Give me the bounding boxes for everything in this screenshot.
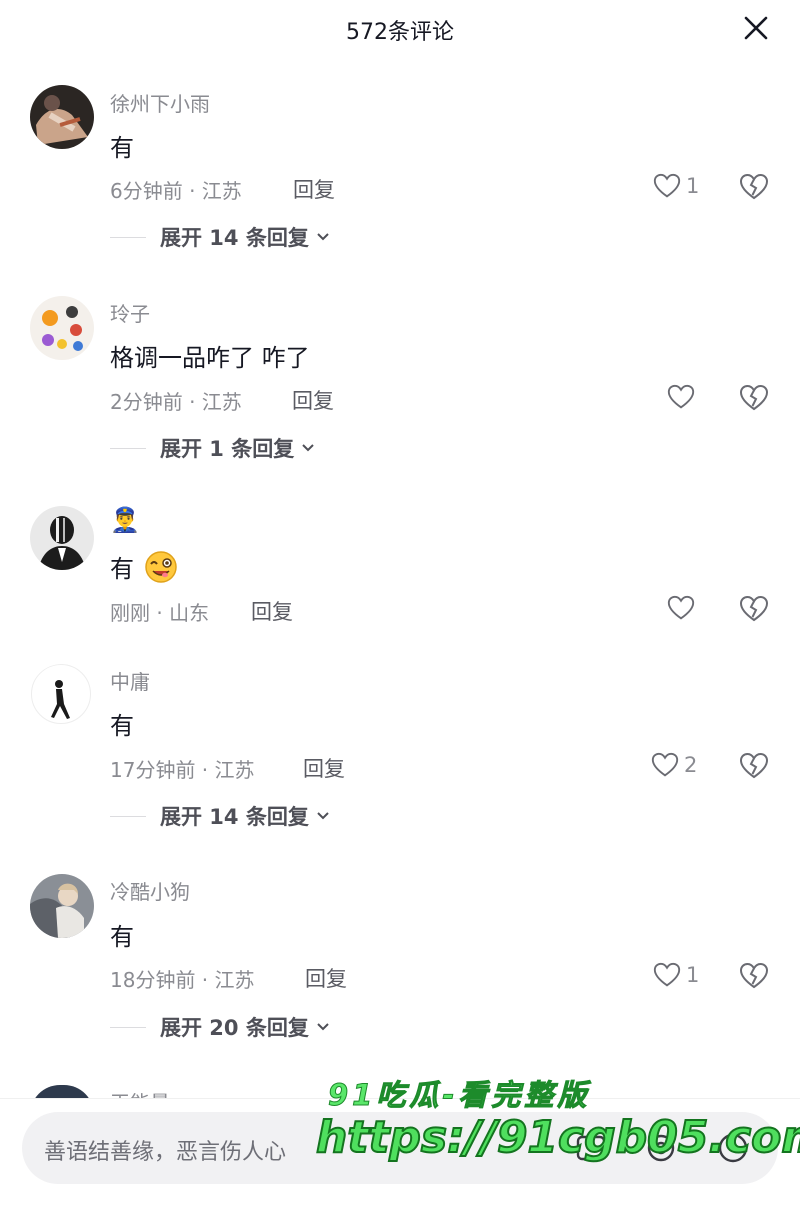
avatar[interactable]: [30, 874, 94, 938]
expand-replies-label: 展开 1 条回复: [160, 437, 295, 461]
comments-count-title: 572条评论: [346, 20, 454, 45]
reply-button[interactable]: 回复: [293, 174, 335, 204]
reply-button[interactable]: 回复: [303, 753, 345, 783]
chevron-down-icon: [317, 1023, 329, 1031]
chevron-down-icon: [302, 444, 314, 452]
divider: [110, 1026, 146, 1028]
close-icon[interactable]: [740, 12, 772, 44]
like-count: 2: [684, 753, 698, 777]
heart-icon: [651, 752, 679, 777]
divider: [110, 447, 146, 449]
reply-button[interactable]: 回复: [305, 963, 347, 993]
comment-username[interactable]: 玲子: [110, 298, 150, 327]
comment-username[interactable]: 冷酷小狗: [110, 876, 190, 905]
expand-replies-button[interactable]: 展开 14 条回复: [110, 801, 333, 831]
comment-time-location: 刚刚 · 山东: [110, 601, 210, 625]
drooling-face-emoji: [144, 551, 177, 583]
broken-heart-icon[interactable]: [738, 750, 770, 782]
comment-username[interactable]: 👮‍♂️: [110, 506, 140, 534]
like-button[interactable]: [666, 593, 700, 623]
like-button[interactable]: [666, 382, 700, 412]
comment-input-placeholder: 善语结善缘，恶言伤人心: [44, 1140, 287, 1165]
expand-replies-button[interactable]: 展开 20 条回复: [110, 1012, 333, 1042]
broken-heart-icon[interactable]: [738, 960, 770, 992]
expand-replies-label: 展开 14 条回复: [160, 226, 309, 250]
heart-icon: [653, 173, 681, 198]
comment-text: 有: [110, 923, 134, 951]
avatar[interactable]: [30, 664, 94, 728]
heart-icon: [667, 384, 695, 409]
chevron-down-icon: [317, 233, 329, 241]
divider: [110, 815, 146, 817]
watermark-title: 91吃瓜-看完整版: [327, 1078, 591, 1113]
comment-text: 格调一品咋了 咋了: [110, 344, 310, 372]
comment-text: 有: [110, 134, 134, 162]
heart-icon: [653, 962, 681, 987]
avatar[interactable]: [30, 85, 94, 149]
comment-username[interactable]: 徐州下小雨: [110, 88, 210, 117]
comment-text-value: 有: [110, 555, 134, 583]
comment-time-location: 18分钟前 · 江苏: [110, 968, 255, 992]
comment-username[interactable]: 中庸: [110, 666, 150, 695]
avatar[interactable]: [30, 296, 94, 360]
like-button[interactable]: 2: [650, 750, 697, 780]
watermark-url: https://91cgb05.com: [315, 1111, 800, 1164]
like-button[interactable]: 1: [652, 960, 699, 990]
expand-replies-button[interactable]: 展开 14 条回复: [110, 222, 333, 252]
comments-header: 572条评论: [0, 0, 800, 58]
like-button[interactable]: 1: [652, 171, 699, 201]
expand-replies-button[interactable]: 展开 1 条回复: [110, 433, 318, 463]
comment-time-location: 6分钟前 · 江苏: [110, 179, 242, 203]
expand-replies-label: 展开 20 条回复: [160, 1016, 309, 1040]
broken-heart-icon[interactable]: [738, 171, 770, 203]
chevron-down-icon: [317, 812, 329, 820]
heart-icon: [667, 595, 695, 620]
like-count: 1: [686, 963, 700, 987]
reply-button[interactable]: 回复: [292, 385, 334, 415]
comment-time-location: 17分钟前 · 江苏: [110, 758, 255, 782]
comment-text: 有: [110, 549, 178, 584]
comment-text: 有: [110, 712, 134, 740]
broken-heart-icon[interactable]: [738, 382, 770, 414]
avatar[interactable]: [30, 506, 94, 570]
like-count: 1: [686, 174, 700, 198]
divider: [110, 236, 146, 238]
comment-time-location: 2分钟前 · 江苏: [110, 390, 242, 414]
expand-replies-label: 展开 14 条回复: [160, 805, 309, 829]
reply-button[interactable]: 回复: [251, 596, 293, 626]
broken-heart-icon[interactable]: [738, 593, 770, 625]
